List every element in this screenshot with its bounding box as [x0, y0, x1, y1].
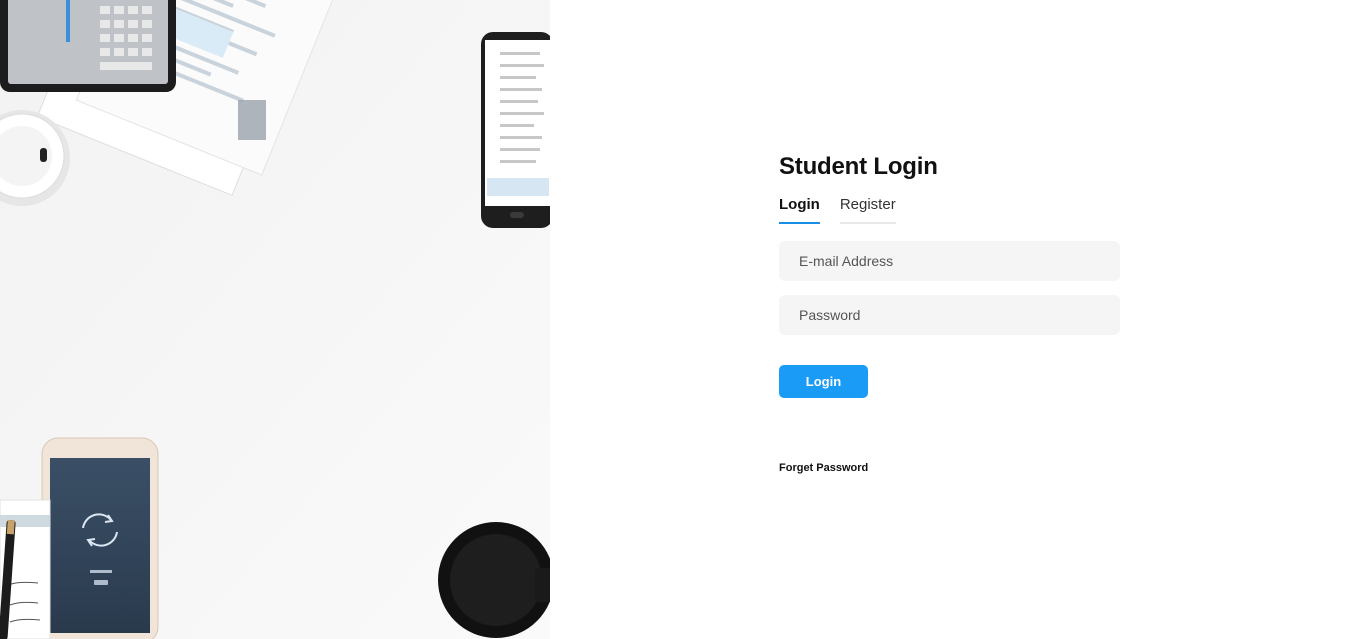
tab-register[interactable]: Register: [839, 194, 896, 224]
login-page: Student Login Login Register Login Forge…: [0, 0, 1345, 639]
tab-login[interactable]: Login: [779, 194, 820, 224]
tablet-device: [0, 0, 176, 92]
desk-photo: [0, 0, 550, 639]
tab-register-label: Register: [839, 196, 896, 213]
page-title: Student Login: [779, 153, 938, 180]
tab-login-label: Login: [779, 196, 820, 213]
phone-bottom-left: [41, 437, 159, 639]
phone-right: [481, 32, 550, 228]
auth-tabs: Login Register: [779, 194, 1120, 224]
email-field[interactable]: [779, 241, 1120, 281]
login-form: Student Login Login Register Login Forge…: [779, 152, 1120, 476]
desk-photo-illustration: [0, 0, 550, 639]
forget-password-link[interactable]: Forget Password: [779, 462, 868, 474]
tab-login-underline: [779, 222, 820, 224]
password-field[interactable]: [779, 295, 1120, 335]
coffee-mug: [438, 522, 550, 638]
tab-register-underline: [839, 222, 896, 224]
login-button[interactable]: Login: [779, 365, 868, 398]
